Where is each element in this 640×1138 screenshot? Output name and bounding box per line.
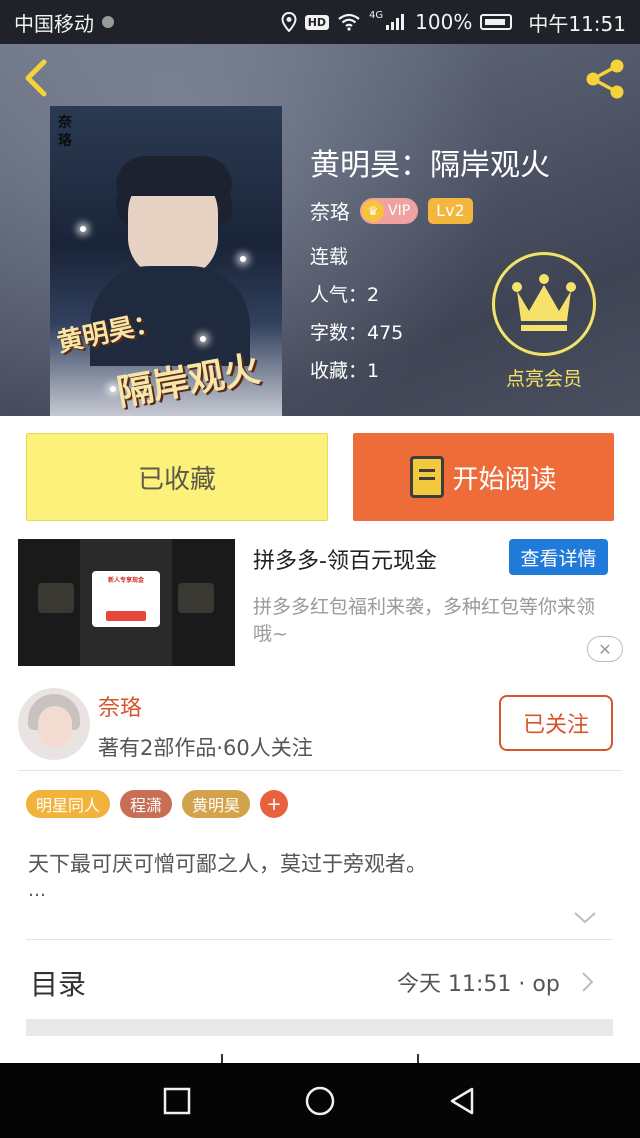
battery-icon bbox=[480, 14, 513, 30]
divider bbox=[26, 939, 613, 940]
section-separator bbox=[26, 1019, 613, 1036]
book-author-name[interactable]: 奈珞 bbox=[310, 196, 350, 225]
chevron-right-icon[interactable] bbox=[580, 970, 596, 994]
tag-item[interactable]: 黄明昊 bbox=[182, 790, 251, 818]
share-icon[interactable] bbox=[582, 56, 628, 102]
follow-button[interactable]: 已关注 bbox=[499, 695, 613, 751]
avatar[interactable] bbox=[18, 688, 90, 760]
tag-item[interactable]: 程潇 bbox=[120, 790, 173, 818]
square-icon bbox=[163, 1087, 191, 1114]
back-icon[interactable] bbox=[18, 58, 54, 98]
cover-sparkle bbox=[200, 336, 206, 342]
intro-ellipsis: … bbox=[28, 880, 46, 901]
status-bar: 中国移动 HD 4G 100% 中午11:51 bbox=[0, 0, 640, 44]
vip-badge-label: VIP bbox=[388, 202, 411, 219]
ad-description: 拼多多红包福利来袭，多种红包等你来领哦~ bbox=[253, 596, 596, 645]
cover-sparkle bbox=[110, 386, 116, 392]
book-author-row: 奈珞 ♛ VIP Lv2 bbox=[310, 196, 473, 225]
divider bbox=[18, 770, 622, 771]
crown-icon bbox=[512, 274, 576, 331]
membership-label[interactable]: 点亮会员 bbox=[494, 364, 594, 391]
wifi-icon bbox=[338, 13, 360, 31]
location-icon bbox=[281, 12, 297, 32]
cover-sparkle bbox=[240, 256, 246, 262]
notification-dot-icon bbox=[102, 16, 114, 28]
circle-icon bbox=[305, 1086, 335, 1115]
signal-icon bbox=[386, 14, 405, 30]
hd-icon: HD bbox=[304, 14, 330, 30]
author-name[interactable]: 奈珞 bbox=[98, 690, 142, 722]
book-intro: 天下最可厌可憎可鄙之人，莫过于旁观者。 bbox=[28, 852, 427, 876]
tag-item[interactable]: 明星同人 bbox=[26, 790, 111, 818]
level-badge: Lv2 bbox=[428, 197, 473, 224]
battery-percent: 100% bbox=[415, 10, 473, 34]
ad-thumb-side-left bbox=[38, 583, 74, 613]
start-reading-button[interactable]: 开始阅读 bbox=[353, 433, 614, 521]
avatar-face bbox=[38, 706, 72, 748]
triangle-back-icon bbox=[450, 1087, 474, 1114]
system-nav-bar bbox=[0, 1063, 640, 1138]
home-button[interactable] bbox=[285, 1063, 355, 1138]
recent-apps-button[interactable] bbox=[142, 1063, 212, 1138]
book-favorites: 收藏：1 bbox=[310, 360, 380, 382]
cover-figure-fringe bbox=[116, 156, 232, 196]
clock: 中午11:51 bbox=[528, 11, 626, 36]
back-button[interactable] bbox=[427, 1063, 497, 1138]
ad-title[interactable]: 拼多多-领百元现金 bbox=[253, 543, 437, 575]
ad-detail-label: 查看详情 bbox=[520, 547, 597, 570]
ad-thumb-card: 新人专享现金 bbox=[92, 571, 160, 627]
collected-button[interactable]: 已收藏 bbox=[26, 433, 328, 521]
follow-button-label: 已关注 bbox=[522, 713, 589, 738]
book-cover[interactable]: 奈珞 黄明昊： 隔岸观火 bbox=[50, 106, 282, 416]
book-title: 黄明昊：隔岸观火 bbox=[310, 148, 550, 183]
toc-update[interactable]: 今天 11:51 · op bbox=[397, 966, 560, 998]
start-reading-label: 开始阅读 bbox=[452, 464, 557, 495]
network-type-label: 4G bbox=[369, 9, 384, 21]
membership-button[interactable] bbox=[492, 252, 596, 356]
ad-thumb-card-button bbox=[106, 611, 146, 621]
toc-label[interactable]: 目录 bbox=[30, 963, 86, 1003]
tag-list: 明星同人 程潇 黄明昊 + bbox=[26, 790, 289, 818]
vip-badge: ♛ VIP bbox=[360, 197, 419, 224]
book-header: 奈珞 黄明昊： 隔岸观火 黄明昊：隔岸观火 奈珞 ♛ VIP Lv2 连载 人气… bbox=[0, 44, 640, 416]
book-icon bbox=[410, 456, 445, 498]
crown-small-icon: ♛ bbox=[362, 199, 384, 222]
ad-thumb-side-right bbox=[178, 583, 214, 613]
ad-thumb-card-title: 新人专享现金 bbox=[107, 577, 144, 584]
cover-sparkle bbox=[80, 226, 86, 232]
book-word-count: 字数：475 bbox=[310, 322, 404, 344]
ad-thumbnail[interactable]: 新人专享现金 bbox=[18, 539, 235, 666]
add-tag-button[interactable]: + bbox=[260, 790, 289, 818]
cover-author-mark: 奈珞 bbox=[58, 115, 72, 149]
author-stats: 著有2部作品·60人关注 bbox=[98, 736, 313, 760]
collected-button-label: 已收藏 bbox=[137, 464, 216, 495]
book-status: 连载 bbox=[310, 246, 349, 268]
carrier-label: 中国移动 bbox=[14, 11, 94, 36]
book-popularity: 人气：2 bbox=[310, 284, 380, 306]
chevron-down-icon[interactable] bbox=[572, 908, 598, 928]
ad-detail-button[interactable]: 查看详情 bbox=[509, 539, 608, 575]
close-icon[interactable]: ✕ bbox=[587, 636, 623, 662]
